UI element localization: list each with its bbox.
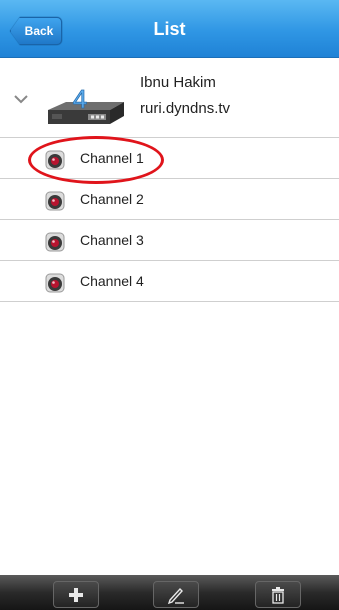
camera-icon: [45, 150, 65, 170]
device-row[interactable]: 4 Ibnu Hakim ruri.dyndns.tv: [0, 58, 339, 138]
chevron-down-icon[interactable]: [14, 94, 28, 104]
camera-icon: [45, 191, 65, 211]
channel-row[interactable]: Channel 1: [0, 138, 339, 179]
camera-icon: [45, 232, 65, 252]
channel-label: Channel 3: [80, 232, 144, 248]
edit-button[interactable]: [153, 581, 199, 608]
add-button[interactable]: [53, 581, 99, 608]
trash-icon: [272, 586, 284, 604]
page-title: List: [153, 19, 186, 39]
device-host: ruri.dyndns.tv: [140, 100, 231, 117]
camera-icon: [45, 273, 65, 293]
header-bar: Back List: [0, 0, 339, 58]
plus-icon: [69, 587, 83, 602]
channel-label: Channel 4: [80, 273, 144, 289]
bottom-toolbar: [0, 575, 339, 610]
channel-row[interactable]: Channel 3: [0, 220, 339, 261]
channel-row[interactable]: Channel 2: [0, 179, 339, 220]
delete-button[interactable]: [255, 581, 301, 608]
channel-label: Channel 2: [80, 191, 144, 207]
dvr-device-icon: 4: [48, 84, 124, 124]
svg-text:4: 4: [73, 84, 87, 114]
pencil-icon: [167, 587, 184, 604]
device-name: Ibnu Hakim: [140, 74, 216, 91]
channel-label: Channel 1: [80, 150, 144, 166]
channel-row[interactable]: Channel 4: [0, 261, 339, 302]
